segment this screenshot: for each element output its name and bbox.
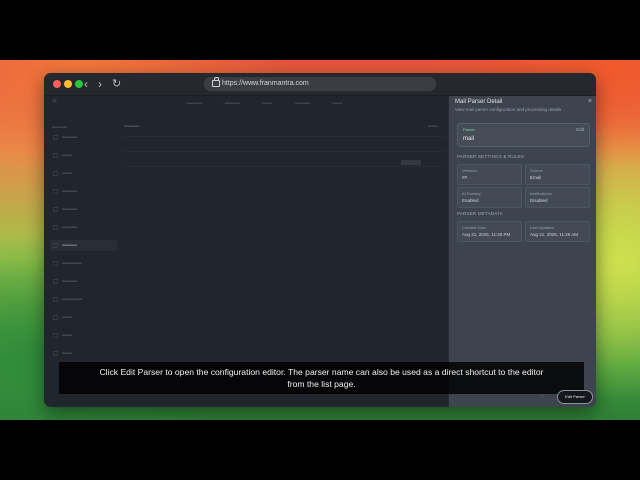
address-url: https://www.franmantra.com	[222, 80, 309, 87]
field-box: Last Updated Aug 21, 2025, 11:26 AM	[525, 221, 590, 242]
field-box: Source Email	[525, 164, 590, 185]
mail-parser-detail-panel: Mail Parser Detail View mail parser conf…	[448, 96, 596, 407]
field-box: AI Parsing Enabled	[457, 187, 522, 208]
address-bar[interactable]: https://www.franmantra.com	[204, 77, 436, 91]
panel-title: Mail Parser Detail	[455, 99, 503, 105]
caption-line-2: from the list page.	[287, 379, 356, 389]
reload-icon[interactable]: ↻	[112, 76, 121, 92]
field-box: Notifications Disabled	[525, 187, 590, 208]
panel-subtitle: View mail parser configuration and proce…	[455, 107, 562, 112]
parser-summary-card: Parser mail Edit	[457, 123, 590, 147]
section-heading-settings: PARSER SETTINGS & RULES	[457, 154, 525, 159]
close-icon[interactable]: ×	[588, 98, 592, 105]
footer-action[interactable]: ◦	[542, 393, 543, 398]
back-arrow-icon[interactable]: ‹	[84, 76, 88, 92]
browser-titlebar: ‹ › ↻ https://www.franmantra.com	[44, 73, 596, 96]
parser-name[interactable]: mail	[463, 136, 474, 142]
edit-parser-button[interactable]: Edit Parser	[557, 390, 593, 404]
parser-type-badge: Parser	[463, 127, 475, 132]
close-window-button[interactable]	[53, 80, 61, 88]
letterbox-top	[0, 0, 640, 60]
field-box: Created Date Aug 21, 2025, 11:26 PM	[457, 221, 522, 242]
lock-icon	[212, 77, 220, 87]
tutorial-caption: Click Edit Parser to open the configurat…	[59, 362, 584, 394]
browser-window: ‹ › ↻ https://www.franmantra.com ▣ ▬▬▬ ▬…	[44, 73, 596, 407]
modal-backdrop[interactable]	[44, 96, 448, 407]
minimize-window-button[interactable]	[64, 80, 72, 88]
zoom-window-button[interactable]	[75, 80, 83, 88]
forward-arrow-icon[interactable]: ›	[98, 76, 102, 92]
edit-button[interactable]: Edit	[576, 127, 584, 132]
letterbox-bottom	[0, 420, 640, 480]
section-heading-metadata: PARSER METADATA	[457, 211, 503, 216]
caption-line-1: Click Edit Parser to open the configurat…	[99, 367, 544, 377]
field-box: Versions ##	[457, 164, 522, 185]
